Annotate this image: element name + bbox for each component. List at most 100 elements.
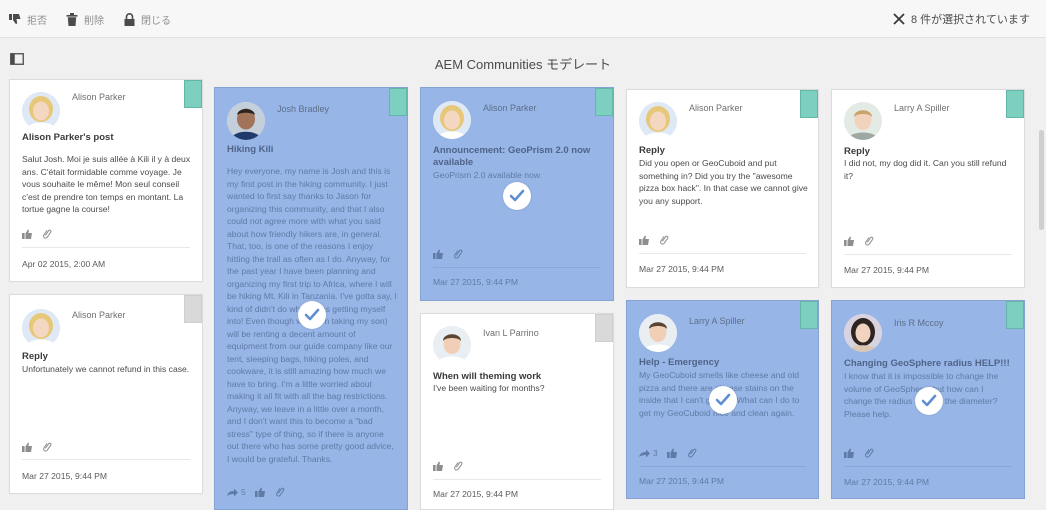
post-card[interactable]: Alison Parker Reply Did you open or GeoC… [626,89,819,288]
attachment-icon[interactable] [453,248,463,259]
post-date: Mar 27 2015, 9:44 PM [844,477,930,487]
post-author: Iris R Mccoy [894,318,944,328]
page-title: AEM Communities モデレート [434,57,612,72]
post-author: Alison Parker [483,103,537,113]
avatar [227,102,265,140]
avatar [433,101,471,139]
post-title: Announcement: GeoPrism 2.0 now available [433,145,591,168]
post-card[interactable]: Alison Parker Reply Unfortunately we can… [9,294,203,494]
scrollbar-thumb[interactable] [1039,130,1044,230]
attachment-icon[interactable] [42,228,52,239]
post-toolbar: 3 [639,447,706,458]
post-card[interactable]: Josh Bradley Hiking Kili Hey everyone, m… [214,87,408,510]
avatar [844,102,882,140]
selection-count: 8 件が選択されています [911,14,1030,26]
post-card[interactable]: Alison Parker Alison Parker's post Salut… [9,79,203,282]
flag-marker [184,295,202,323]
post-title: Help - Emergency [639,357,720,368]
like-icon[interactable] [433,461,444,471]
post-card[interactable]: Iris R Mccoy Changing GeoSphere radius H… [831,300,1025,499]
post-toolbar [433,248,472,259]
flag-marker [595,88,613,116]
selected-check-icon [709,386,737,414]
flag-marker [1006,301,1024,329]
share-icon[interactable]: 5 [227,487,246,497]
avatar [639,102,677,140]
flag-marker [1006,90,1024,118]
post-body: Unfortunately we cannot refund in this c… [22,364,190,374]
like-icon[interactable] [844,236,855,246]
post-date: Mar 27 2015, 9:44 PM [639,264,725,274]
divider [22,459,190,460]
avatar [433,326,471,364]
like-icon[interactable] [639,235,650,245]
attachment-icon[interactable] [687,447,697,458]
divider [639,466,806,467]
post-card[interactable]: Alison Parker Announcement: GeoPrism 2.0… [420,87,614,301]
share-icon[interactable]: 3 [639,448,658,458]
post-date: Mar 27 2015, 9:44 PM [639,476,725,486]
post-body: Salut Josh. Moi je suis allée à Kili il … [22,154,191,214]
like-icon[interactable] [844,448,855,458]
delete-button[interactable]: 削除 [66,11,104,27]
post-toolbar: 5 [227,486,294,497]
close-selection-icon[interactable] [893,12,905,30]
post-author: Alison Parker [72,310,126,320]
like-icon[interactable] [433,249,444,259]
title-bar: AEM Communities モデレート [0,39,1046,79]
post-body: Did you open or GeoCuboid and put someth… [639,158,808,206]
post-title: Alison Parker's post [22,132,114,143]
post-toolbar [22,441,61,452]
post-body: I've been waiting for months? [433,383,545,393]
divider [844,254,1012,255]
post-date: Mar 27 2015, 9:44 PM [22,471,108,481]
trash-icon [66,12,78,26]
post-toolbar [844,447,883,458]
close-label: 閉じる [141,15,171,27]
selection-action-bar: 拒否 削除 閉じる 8 件が選択されています [0,0,1046,38]
divider [433,267,601,268]
share-count: 3 [653,447,658,458]
like-icon[interactable] [22,442,33,452]
post-toolbar [22,228,61,239]
flag-marker [184,80,202,108]
post-toolbar [433,460,472,471]
like-icon[interactable] [666,448,678,458]
attachment-icon[interactable] [42,441,52,452]
post-author: Josh Bradley [277,104,330,114]
post-author: Ivan L Parrino [483,328,539,338]
post-title: Reply [639,145,665,156]
attachment-icon[interactable] [275,486,285,497]
attachment-icon[interactable] [659,234,669,245]
post-author: Larry A Spiller [689,316,745,326]
post-title: Hiking Kili [227,144,274,155]
divider [844,466,1012,467]
attachment-icon[interactable] [453,460,463,471]
share-count: 5 [241,486,246,497]
post-title: Reply [22,351,48,362]
lock-icon [124,12,135,26]
avatar [844,314,882,352]
post-card[interactable]: Larry A Spiller Help - Emergency My GeoC… [626,300,819,499]
divider [433,479,601,480]
flag-marker [800,301,818,329]
divider [22,247,190,248]
post-card[interactable]: Ivan L Parrino When will theming work I'… [420,313,614,510]
attachment-icon[interactable] [864,447,874,458]
post-author: Alison Parker [689,103,743,113]
like-icon[interactable] [22,229,33,239]
post-card[interactable]: Larry A Spiller Reply I did not, my dog … [831,89,1025,288]
attachment-icon[interactable] [864,235,874,246]
post-title: Changing GeoSphere radius HELP!!! [844,358,1010,369]
like-icon[interactable] [254,487,266,497]
reject-button[interactable]: 拒否 [9,11,47,27]
selected-check-icon [298,301,326,329]
flag-marker [389,88,407,116]
selected-check-icon [915,387,943,415]
post-date: Mar 27 2015, 9:44 PM [844,265,930,275]
post-date: Apr 02 2015, 2:00 AM [22,259,106,269]
close-post-button[interactable]: 閉じる [124,11,171,27]
avatar [22,92,60,130]
reject-label: 拒否 [27,15,47,27]
post-author: Alison Parker [72,92,126,102]
